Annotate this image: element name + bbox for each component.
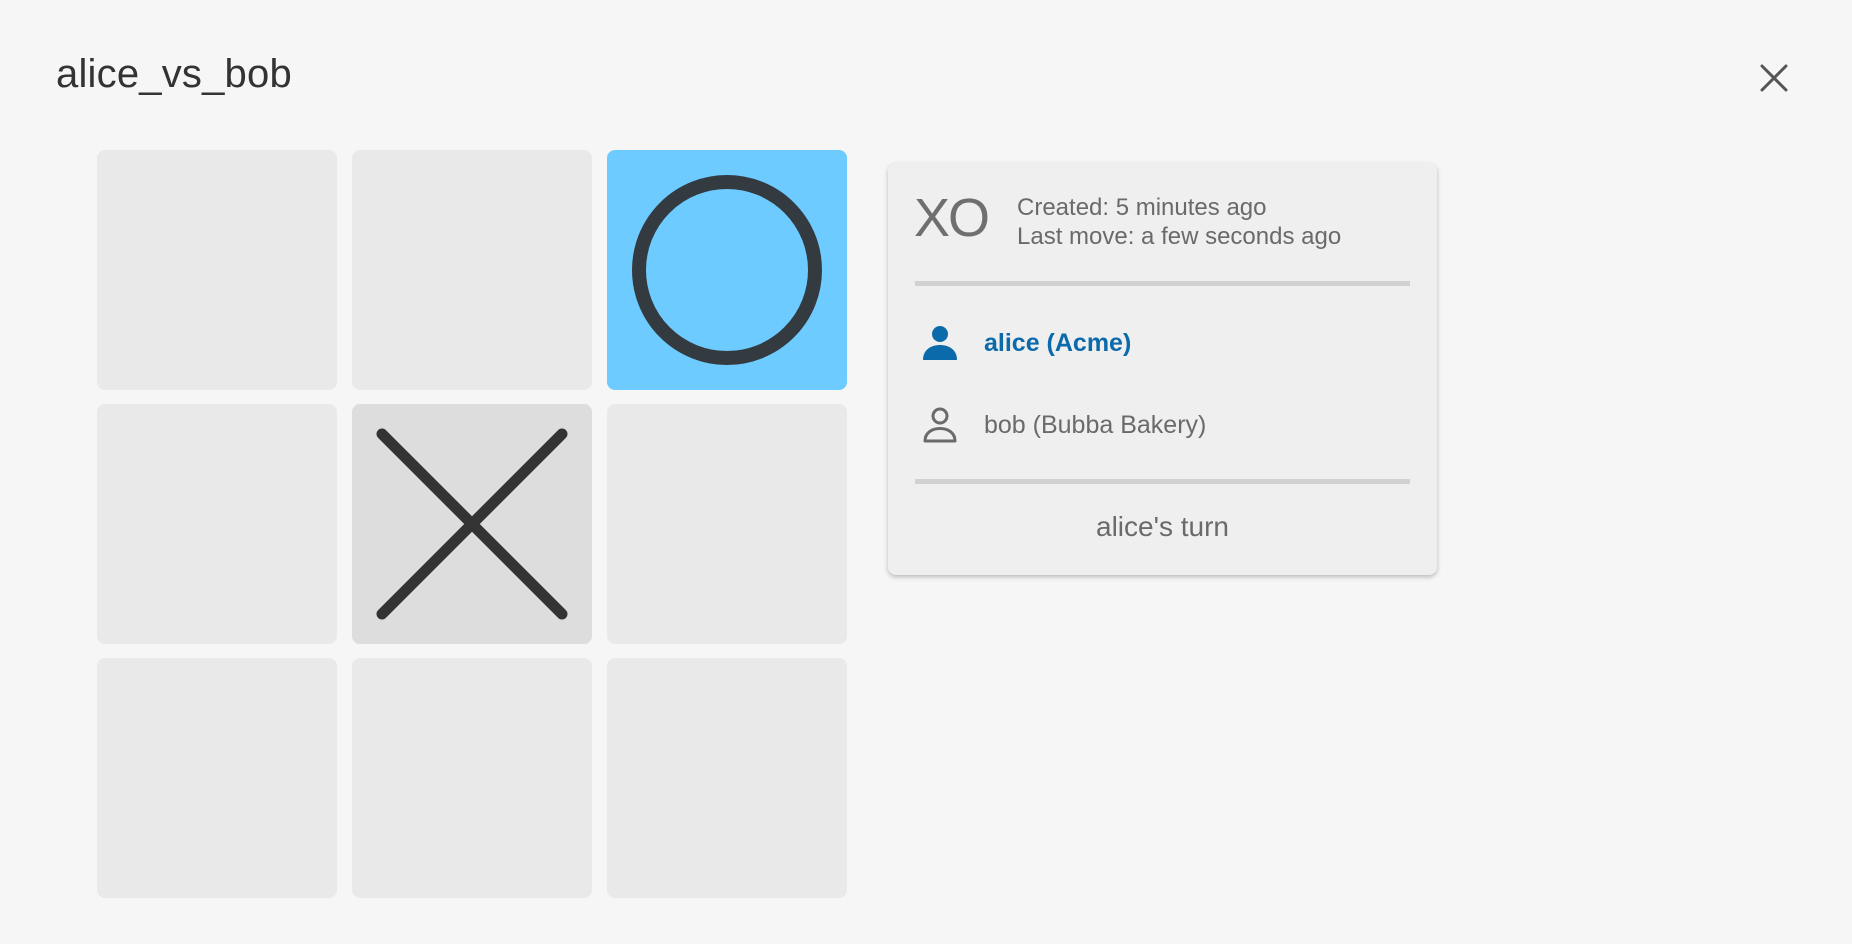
player-bob: bob (Bubba Bakery) — [920, 405, 1206, 445]
x-mark-icon — [376, 428, 568, 620]
o-mark-icon — [632, 175, 822, 365]
turn-status: alice's turn — [1096, 511, 1229, 542]
board-cell-7[interactable] — [97, 658, 337, 898]
game-meta: Created: 5 minutes ago Last move: a few … — [1017, 193, 1341, 251]
board-cell-9[interactable] — [607, 658, 847, 898]
player-name: bob (Bubba Bakery) — [984, 410, 1207, 439]
game-logo: XO — [914, 188, 990, 248]
person-filled-icon — [923, 326, 957, 360]
last-move-time: Last move: a few seconds ago — [1017, 223, 1342, 250]
board-cell-5[interactable] — [352, 404, 592, 644]
board-cell-3[interactable] — [607, 150, 847, 390]
board-cell-1[interactable] — [97, 150, 337, 390]
game-dialog: alice_vs_bob XO Created: 5 minutes ago L… — [0, 0, 1852, 944]
player-alice: alice (Acme) — [920, 323, 1131, 363]
created-time: Created: 5 minutes ago — [1017, 194, 1267, 221]
game-info-card: XO Created: 5 minutes ago Last move: a f… — [888, 163, 1437, 575]
person-outline-icon — [923, 407, 957, 443]
game-board — [97, 150, 847, 898]
close-icon — [1760, 64, 1788, 92]
divider — [915, 281, 1410, 286]
close-button[interactable] — [1756, 60, 1792, 96]
board-cell-6[interactable] — [607, 404, 847, 644]
board-cell-8[interactable] — [352, 658, 592, 898]
player-name: alice (Acme) — [984, 328, 1132, 357]
divider — [915, 479, 1410, 484]
dialog-title: alice_vs_bob — [56, 52, 292, 96]
board-cell-4[interactable] — [97, 404, 337, 644]
board-cell-2[interactable] — [352, 150, 592, 390]
